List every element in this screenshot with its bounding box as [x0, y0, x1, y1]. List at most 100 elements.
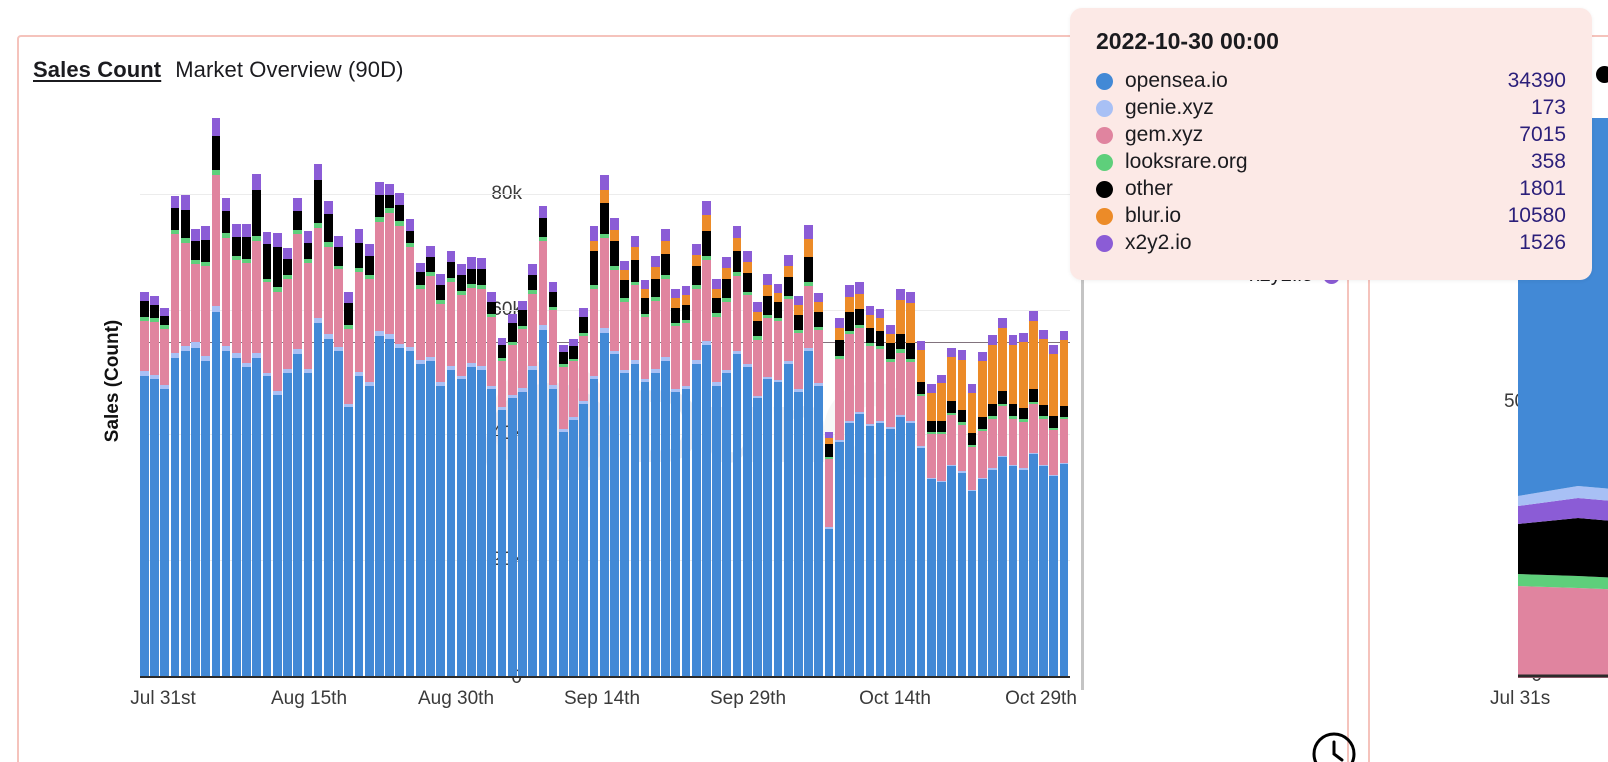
bar-column[interactable] [558, 118, 568, 678]
bar-column[interactable] [211, 118, 221, 678]
bar-column[interactable] [405, 118, 415, 678]
bar-column[interactable] [293, 118, 302, 678]
bar-column[interactable] [957, 118, 967, 678]
bar-column[interactable] [272, 118, 282, 678]
bar-column[interactable] [313, 118, 323, 678]
bar-column[interactable] [824, 118, 834, 678]
bar-column[interactable] [497, 118, 507, 678]
bar-column[interactable] [1039, 118, 1048, 678]
bar-column[interactable] [477, 118, 486, 678]
bar-column[interactable] [1018, 118, 1028, 678]
bar-column[interactable] [620, 118, 629, 678]
bar-column[interactable] [742, 118, 752, 678]
bar-column[interactable] [916, 118, 926, 678]
bar-column[interactable] [323, 118, 333, 678]
bar-column[interactable] [456, 118, 466, 678]
bar-column[interactable] [1008, 118, 1018, 678]
bar-column[interactable] [150, 118, 159, 678]
bar-column[interactable] [814, 118, 824, 678]
bar-column[interactable] [661, 118, 670, 678]
bar-column[interactable] [426, 118, 435, 678]
bar-column[interactable] [712, 118, 721, 678]
bar-column[interactable] [180, 118, 190, 678]
bar-column[interactable] [334, 118, 343, 678]
bar-column[interactable] [569, 118, 578, 678]
history-clock-icon[interactable] [1310, 730, 1358, 762]
bar-column[interactable] [415, 118, 425, 678]
bar-column[interactable] [773, 118, 783, 678]
bar-column[interactable] [845, 118, 854, 678]
bar-column[interactable] [753, 118, 762, 678]
bar-column[interactable] [885, 118, 895, 678]
bar-column[interactable] [160, 118, 170, 678]
bar-segment [681, 323, 691, 386]
bar-column[interactable] [794, 118, 803, 678]
bar-column[interactable] [691, 118, 701, 678]
bar-column[interactable] [467, 118, 476, 678]
bar-column[interactable] [528, 118, 538, 678]
bar-column[interactable] [896, 118, 905, 678]
bar-column[interactable] [977, 118, 987, 678]
bar-column[interactable] [579, 118, 589, 678]
bar-column[interactable] [589, 118, 599, 678]
bar-column[interactable] [865, 118, 875, 678]
bar-column[interactable] [507, 118, 517, 678]
bar-column[interactable] [1059, 118, 1069, 678]
bar-column[interactable] [518, 118, 527, 678]
bar-column[interactable] [599, 118, 609, 678]
bar-column[interactable] [221, 118, 231, 678]
bar-column[interactable] [140, 118, 149, 678]
bar-segment [415, 263, 425, 273]
bar-column[interactable] [650, 118, 660, 678]
bar-column[interactable] [548, 118, 558, 678]
bar-column[interactable] [671, 118, 681, 678]
sales-count-plot[interactable] [140, 118, 1070, 678]
bar-column[interactable] [354, 118, 364, 678]
bar-column[interactable] [702, 118, 711, 678]
bar-column[interactable] [640, 118, 650, 678]
bar-column[interactable] [998, 118, 1008, 678]
bar-column[interactable] [610, 118, 619, 678]
bar-column[interactable] [446, 118, 456, 678]
bar-segment [610, 354, 619, 678]
bar-column[interactable] [926, 118, 936, 678]
bar-column[interactable] [722, 118, 732, 678]
bar-column[interactable] [170, 118, 180, 678]
bar-column[interactable] [364, 118, 374, 678]
bar-column[interactable] [538, 118, 548, 678]
bar-column[interactable] [967, 118, 977, 678]
bar-column[interactable] [385, 118, 394, 678]
bar-column[interactable] [804, 118, 813, 678]
bar-column[interactable] [988, 118, 997, 678]
bar-column[interactable] [191, 118, 200, 678]
bar-column[interactable] [252, 118, 262, 678]
bar-column[interactable] [1029, 118, 1038, 678]
bar-column[interactable] [732, 118, 742, 678]
bar-column[interactable] [303, 118, 313, 678]
bar-column[interactable] [855, 118, 865, 678]
bar-column[interactable] [242, 118, 251, 678]
chart-title-metric[interactable]: Sales Count [33, 57, 161, 82]
tooltip-series-value: 1526 [1519, 231, 1566, 254]
bar-column[interactable] [875, 118, 885, 678]
bar-column[interactable] [487, 118, 497, 678]
bar-column[interactable] [262, 118, 272, 678]
stacked-bar-series[interactable] [140, 118, 1070, 678]
bar-column[interactable] [231, 118, 241, 678]
bar-column[interactable] [630, 118, 640, 678]
bar-column[interactable] [283, 118, 292, 678]
bar-column[interactable] [783, 118, 793, 678]
bar-column[interactable] [436, 118, 446, 678]
bar-column[interactable] [937, 118, 946, 678]
bar-column[interactable] [375, 118, 384, 678]
bar-segment [1029, 454, 1038, 678]
bar-column[interactable] [763, 118, 773, 678]
bar-column[interactable] [201, 118, 211, 678]
bar-column[interactable] [906, 118, 916, 678]
bar-column[interactable] [395, 118, 405, 678]
bar-column[interactable] [1049, 118, 1059, 678]
bar-column[interactable] [344, 118, 354, 678]
bar-column[interactable] [681, 118, 691, 678]
bar-column[interactable] [947, 118, 956, 678]
bar-column[interactable] [834, 118, 844, 678]
